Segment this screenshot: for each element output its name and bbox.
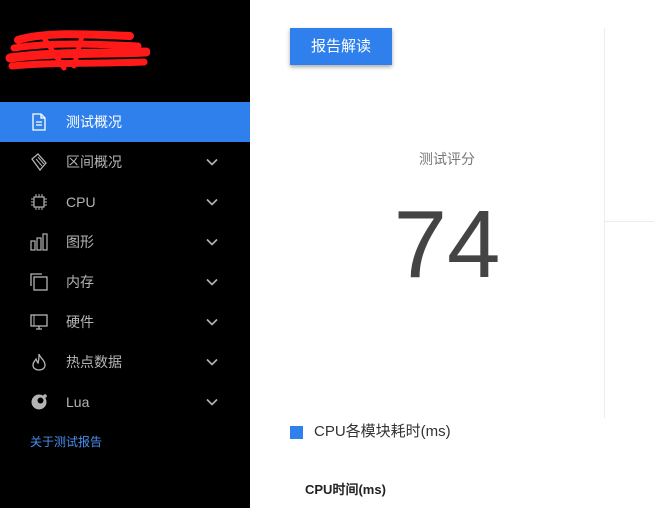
report-interpretation-button[interactable]: 报告解读	[290, 28, 392, 65]
sidebar-item-lua[interactable]: Lua	[0, 382, 250, 422]
section-marker	[290, 426, 303, 439]
chevron-down-icon[interactable]	[205, 155, 219, 169]
sidebar-item-label: 区间概况	[66, 154, 122, 170]
redacted-logo	[5, 30, 150, 71]
main-content: 报告解读 测试评分 74 CPU各模块耗时(ms) CPU时间(ms)	[250, 0, 654, 508]
score-label: 测试评分	[419, 151, 475, 167]
sidebar-item-label: 测试概况	[66, 114, 122, 130]
about-report-link[interactable]: 关于测试报告	[30, 435, 102, 449]
sidebar-item-hardware[interactable]: 硬件	[0, 302, 250, 342]
tag-icon	[30, 153, 48, 171]
score-value: 74	[393, 191, 501, 298]
vertical-divider	[604, 28, 605, 418]
horizontal-divider	[605, 221, 654, 222]
sidebar-item-label: 硬件	[66, 314, 94, 330]
sidebar-item-label: 热点数据	[66, 354, 122, 370]
flame-icon	[30, 353, 48, 371]
chevron-down-icon[interactable]	[205, 195, 219, 209]
chevron-down-icon[interactable]	[205, 395, 219, 409]
section-title: CPU各模块耗时(ms)	[314, 423, 451, 440]
sidebar-item-label: 图形	[66, 234, 94, 250]
copy-pages-icon	[30, 273, 48, 291]
lua-moon-icon	[30, 393, 48, 411]
document-icon	[30, 113, 48, 131]
chart-subtitle: CPU时间(ms)	[305, 482, 386, 497]
monitor-icon	[30, 313, 48, 331]
chevron-down-icon[interactable]	[205, 235, 219, 249]
chevron-down-icon[interactable]	[205, 275, 219, 289]
sidebar-item-label: Lua	[66, 394, 90, 410]
cpu-chip-icon	[30, 193, 48, 211]
chevron-down-icon[interactable]	[205, 355, 219, 369]
sidebar-item-range-overview[interactable]: 区间概况	[0, 142, 250, 182]
bar-chart-icon	[30, 233, 48, 251]
sidebar-item-graphics[interactable]: 图形	[0, 222, 250, 262]
sidebar-item-label: CPU	[66, 194, 96, 210]
sidebar-item-cpu[interactable]: CPU	[0, 182, 250, 222]
sidebar-menu: 测试概况 区间概况 CPU 图形 内存 硬件 热点数据 Lua	[0, 102, 250, 422]
sidebar: 测试概况 区间概况 CPU 图形 内存 硬件 热点数据 Lua 关于测试报告	[0, 0, 250, 508]
sidebar-item-label: 内存	[66, 274, 94, 290]
sidebar-item-memory[interactable]: 内存	[0, 262, 250, 302]
sidebar-item-test-overview[interactable]: 测试概况	[0, 102, 250, 142]
chevron-down-icon[interactable]	[205, 315, 219, 329]
sidebar-item-hotspot-data[interactable]: 热点数据	[0, 342, 250, 382]
